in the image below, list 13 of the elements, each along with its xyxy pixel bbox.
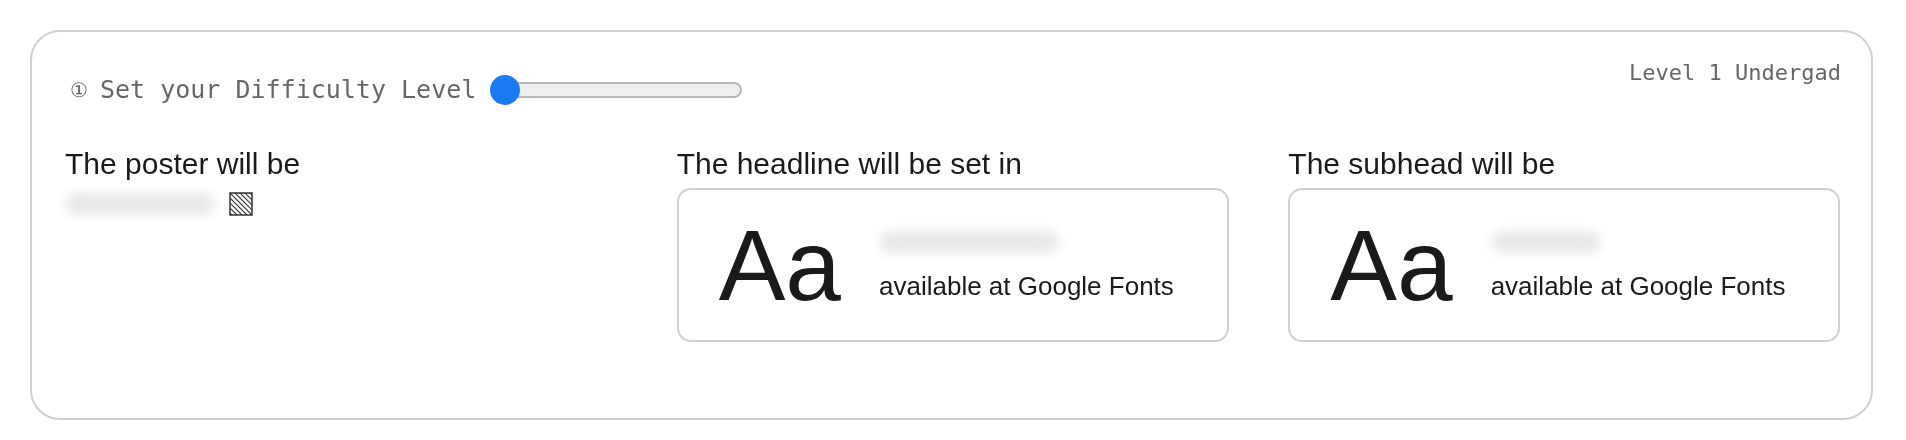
font-sample: Aa (1330, 215, 1453, 315)
font-availability: available at Google Fonts (879, 269, 1174, 303)
font-sample: Aa (718, 215, 841, 315)
column-heading: The headline will be set in (676, 146, 1023, 182)
hatch-icon (229, 192, 253, 216)
column-heading: The poster will be (65, 146, 302, 182)
difficulty-label: Set your Difficulty Level (100, 74, 477, 107)
difficulty-slider[interactable] (490, 75, 743, 105)
slider-thumb[interactable] (490, 75, 521, 105)
font-availability: available at Google Fonts (1490, 269, 1786, 303)
step-number: ① (70, 77, 88, 104)
column-heading: The subhead will be (1288, 146, 1557, 182)
level-reading: Level 1 Undergad (1629, 59, 1841, 87)
